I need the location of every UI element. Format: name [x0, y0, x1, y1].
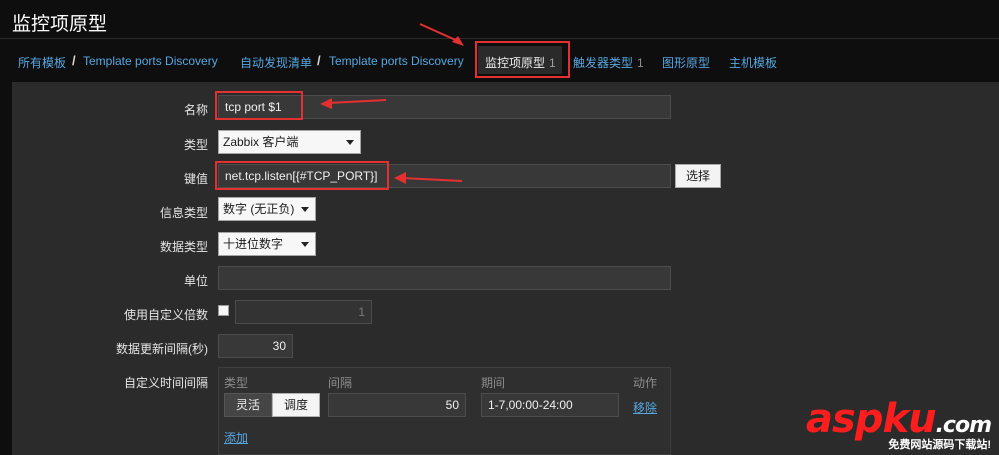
custom-intervals-table: 类型 间隔 期间 动作 灵活 调度 50 1-7,00:00-24:00 移除 … — [218, 367, 671, 455]
tab-count: 1 — [637, 56, 644, 70]
annotation-arrow-icon — [320, 98, 387, 109]
type-label: 类型 — [183, 138, 208, 152]
header-interval: 间隔 — [328, 376, 353, 390]
data-type-label: 数据类型 — [159, 240, 208, 254]
breadcrumb-separator: / — [317, 53, 321, 68]
breadcrumb-all-templates[interactable]: 所有模板 — [18, 54, 66, 71]
breadcrumb-discovery-list[interactable]: 自动发现清单 — [240, 54, 312, 71]
info-type-select[interactable]: 数字 (无正负) — [218, 197, 316, 221]
breadcrumb-nav: 所有模板 / Template ports Discovery 自动发现清单 /… — [0, 42, 999, 80]
breadcrumb-template[interactable]: Template ports Discovery — [83, 54, 218, 68]
watermark-subtitle: 免费网站源码下载站! — [888, 439, 991, 451]
chevron-down-icon — [301, 207, 309, 212]
info-type-select-value: 数字 (无正负) — [223, 202, 295, 216]
title-divider — [0, 38, 999, 39]
data-type-select-value: 十进位数字 — [223, 237, 284, 251]
data-type-select[interactable]: 十进位数字 — [218, 232, 316, 256]
name-input[interactable]: tcp port $1 — [218, 95, 671, 119]
key-label: 键值 — [183, 172, 208, 186]
tab-count: 1 — [549, 56, 556, 70]
key-select-button[interactable]: 选择 — [675, 164, 721, 188]
header-type: 类型 — [224, 376, 249, 390]
annotation-arrow-icon — [394, 172, 463, 184]
info-type-label: 信息类型 — [159, 206, 208, 220]
annotation-arrow-icon — [419, 23, 464, 46]
name-label: 名称 — [183, 103, 208, 117]
chevron-down-icon — [346, 140, 354, 145]
page-title: 监控项原型 — [12, 13, 108, 35]
tab-host-prototypes[interactable]: 主机模板 — [729, 54, 777, 71]
update-interval-label: 数据更新间隔(秒) — [116, 342, 208, 356]
type-select[interactable]: Zabbix 客户端 — [218, 130, 361, 154]
flexible-toggle[interactable]: 灵活 — [224, 393, 272, 417]
multiplier-label: 使用自定义倍数 — [123, 308, 208, 322]
units-label: 单位 — [183, 274, 208, 288]
watermark-brand-red: asp — [806, 396, 883, 442]
multiplier-checkbox[interactable] — [218, 305, 229, 316]
custom-intervals-label: 自定义时间间隔 — [123, 376, 208, 390]
type-select-value: Zabbix 客户端 — [223, 135, 299, 149]
watermark-logo: aspku.com 免费网站源码下载站! — [806, 396, 995, 452]
chevron-down-icon — [301, 242, 309, 247]
update-interval-input[interactable]: 30 — [218, 334, 293, 358]
units-input[interactable] — [218, 266, 671, 290]
tab-item-prototypes[interactable]: 监控项原型 1 — [478, 46, 562, 74]
watermark-suffix: .com — [935, 413, 992, 438]
add-interval-link[interactable]: 添加 — [224, 429, 248, 446]
breadcrumb-separator: / — [72, 53, 76, 68]
tab-trigger-prototypes[interactable]: 触发器类型 1 — [573, 54, 644, 71]
tab-label: 触发器类型 — [573, 56, 634, 70]
breadcrumb-discovery-rule[interactable]: Template ports Discovery — [329, 54, 464, 68]
tab-label: 监控项原型 — [485, 56, 546, 70]
interval-input[interactable]: 50 — [328, 393, 466, 417]
scheduling-toggle[interactable]: 调度 — [272, 393, 320, 417]
period-input[interactable]: 1-7,00:00-24:00 — [481, 393, 619, 417]
header-period: 期间 — [481, 376, 506, 390]
remove-link[interactable]: 移除 — [633, 399, 657, 416]
tab-graph-prototypes[interactable]: 图形原型 — [662, 54, 710, 71]
header-action: 动作 — [633, 376, 658, 390]
multiplier-input: 1 — [235, 300, 372, 324]
